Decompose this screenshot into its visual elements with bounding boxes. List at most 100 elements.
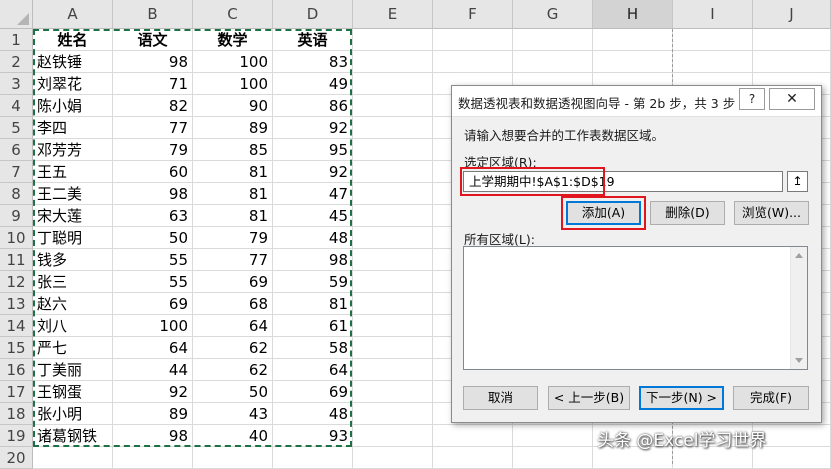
table-cell[interactable] <box>353 447 433 469</box>
table-cell[interactable]: 98 <box>113 51 193 73</box>
table-cell[interactable] <box>353 205 433 227</box>
table-cell[interactable]: 49 <box>273 73 353 95</box>
column-header-c[interactable]: C <box>193 0 273 29</box>
table-cell[interactable] <box>513 447 593 469</box>
table-cell[interactable]: 43 <box>193 403 273 425</box>
table-cell[interactable] <box>673 51 753 73</box>
column-header-g[interactable]: G <box>513 0 593 29</box>
table-cell[interactable]: 93 <box>273 425 353 447</box>
table-cell[interactable] <box>273 447 353 469</box>
table-cell[interactable] <box>353 249 433 271</box>
table-cell[interactable] <box>353 293 433 315</box>
table-cell[interactable]: 79 <box>193 227 273 249</box>
next-button[interactable]: 下一步(N) > <box>639 386 724 410</box>
table-cell[interactable] <box>593 51 673 73</box>
table-cell[interactable]: 86 <box>273 95 353 117</box>
row-header[interactable]: 4 <box>0 95 33 117</box>
table-cell[interactable] <box>673 29 753 51</box>
table-cell[interactable]: 60 <box>113 161 193 183</box>
row-header[interactable]: 1 <box>0 29 33 51</box>
table-cell[interactable]: 宋大莲 <box>33 205 113 227</box>
row-header[interactable]: 18 <box>0 403 33 425</box>
table-cell[interactable] <box>353 359 433 381</box>
table-cell[interactable]: 83 <box>273 51 353 73</box>
table-cell[interactable]: 90 <box>193 95 273 117</box>
table-cell[interactable]: 48 <box>273 403 353 425</box>
table-cell[interactable]: 82 <box>113 95 193 117</box>
row-header[interactable]: 3 <box>0 73 33 95</box>
table-cell[interactable] <box>353 29 433 51</box>
table-cell[interactable] <box>353 117 433 139</box>
column-header-f[interactable]: F <box>433 0 513 29</box>
collapse-dialog-button[interactable]: ↥ <box>787 171 808 192</box>
row-header[interactable]: 13 <box>0 293 33 315</box>
table-cell[interactable]: 王五 <box>33 161 113 183</box>
table-cell[interactable] <box>433 29 513 51</box>
table-cell[interactable] <box>353 337 433 359</box>
table-cell[interactable]: 69 <box>273 381 353 403</box>
table-cell[interactable]: 79 <box>113 139 193 161</box>
row-header[interactable]: 2 <box>0 51 33 73</box>
column-header-b[interactable]: B <box>113 0 193 29</box>
table-cell[interactable]: 44 <box>113 359 193 381</box>
table-cell[interactable] <box>353 381 433 403</box>
table-cell[interactable]: 40 <box>193 425 273 447</box>
table-cell[interactable]: 77 <box>113 117 193 139</box>
row-header[interactable]: 11 <box>0 249 33 271</box>
table-cell[interactable]: 赵铁锤 <box>33 51 113 73</box>
table-cell[interactable]: 王钢蛋 <box>33 381 113 403</box>
column-header-h[interactable]: H <box>593 0 673 29</box>
table-cell[interactable]: 92 <box>113 381 193 403</box>
table-cell[interactable]: 81 <box>273 293 353 315</box>
table-cell[interactable]: 71 <box>113 73 193 95</box>
table-cell[interactable]: 98 <box>113 183 193 205</box>
table-cell[interactable]: 50 <box>113 227 193 249</box>
column-header-d[interactable]: D <box>273 0 353 29</box>
table-cell[interactable] <box>353 315 433 337</box>
row-header[interactable]: 17 <box>0 381 33 403</box>
column-header-j[interactable]: J <box>753 0 831 29</box>
table-cell[interactable]: 62 <box>193 359 273 381</box>
delete-button[interactable]: 删除(D) <box>650 201 725 225</box>
table-cell[interactable]: 100 <box>113 315 193 337</box>
table-cell[interactable]: 58 <box>273 337 353 359</box>
close-button[interactable]: ✕ <box>769 88 815 110</box>
row-header[interactable]: 8 <box>0 183 33 205</box>
row-header[interactable]: 16 <box>0 359 33 381</box>
table-cell[interactable]: 69 <box>193 271 273 293</box>
header-cell[interactable]: 姓名 <box>33 29 113 51</box>
row-header[interactable]: 19 <box>0 425 33 447</box>
table-cell[interactable] <box>353 161 433 183</box>
table-cell[interactable]: 100 <box>193 51 273 73</box>
table-cell[interactable] <box>353 403 433 425</box>
scroll-up-icon[interactable] <box>795 253 803 258</box>
table-cell[interactable] <box>593 29 673 51</box>
table-cell[interactable]: 95 <box>273 139 353 161</box>
listbox-scrollbar[interactable] <box>790 247 807 369</box>
table-cell[interactable]: 55 <box>113 271 193 293</box>
table-cell[interactable]: 69 <box>113 293 193 315</box>
table-cell[interactable]: 陈小娟 <box>33 95 113 117</box>
table-cell[interactable] <box>113 447 193 469</box>
select-all-corner[interactable] <box>0 0 33 29</box>
table-cell[interactable]: 45 <box>273 205 353 227</box>
table-cell[interactable]: 61 <box>273 315 353 337</box>
range-input[interactable]: 上学期期中!$A$1:$D$19 <box>463 171 783 192</box>
table-cell[interactable] <box>193 447 273 469</box>
back-button[interactable]: < 上一步(B) <box>548 386 630 410</box>
table-cell[interactable]: 丁美丽 <box>33 359 113 381</box>
table-cell[interactable]: 89 <box>113 403 193 425</box>
table-cell[interactable] <box>353 95 433 117</box>
table-cell[interactable]: 98 <box>273 249 353 271</box>
column-header-e[interactable]: E <box>353 0 433 29</box>
table-cell[interactable]: 张三 <box>33 271 113 293</box>
table-cell[interactable]: 64 <box>113 337 193 359</box>
table-cell[interactable]: 诸葛钢铁 <box>33 425 113 447</box>
row-header[interactable]: 20 <box>0 447 33 469</box>
table-cell[interactable]: 81 <box>193 161 273 183</box>
scroll-down-icon[interactable] <box>795 358 803 363</box>
table-cell[interactable] <box>753 51 831 73</box>
table-cell[interactable]: 王二美 <box>33 183 113 205</box>
column-header-a[interactable]: A <box>33 0 113 29</box>
header-cell[interactable]: 语文 <box>113 29 193 51</box>
